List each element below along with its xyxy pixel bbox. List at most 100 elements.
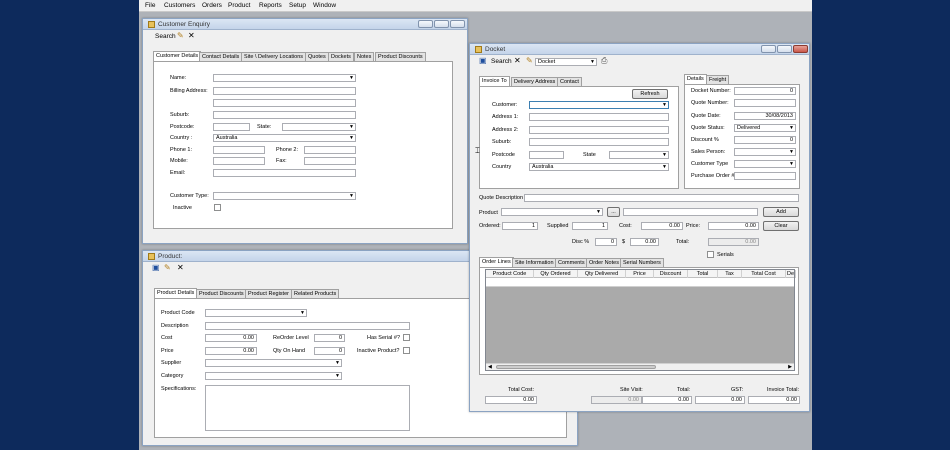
- tab-freight[interactable]: Freight: [706, 75, 730, 84]
- name-combo[interactable]: ▼: [213, 74, 356, 82]
- menu-reports[interactable]: Reports: [259, 2, 282, 9]
- serials-checkbox[interactable]: [707, 251, 714, 258]
- menu-orders[interactable]: Orders: [202, 2, 222, 9]
- refresh-button[interactable]: Refresh: [632, 89, 668, 99]
- product-code-combo[interactable]: ▼: [205, 309, 307, 317]
- col-discount[interactable]: Discount: [654, 270, 688, 278]
- quote-description-field[interactable]: [524, 194, 799, 202]
- edit-pencil-icon[interactable]: ✎: [177, 31, 184, 40]
- save-icon[interactable]: ▣: [152, 263, 160, 272]
- supplier-combo[interactable]: ▼: [205, 359, 342, 367]
- state-combo[interactable]: ▼: [609, 151, 669, 159]
- tab-related-products[interactable]: Related Products: [291, 289, 340, 298]
- search-button[interactable]: Search: [491, 58, 512, 65]
- col-qty-delivered[interactable]: Qty Delivered: [578, 270, 626, 278]
- col-total-cost[interactable]: Total Cost: [742, 270, 786, 278]
- tab-order-lines[interactable]: Order Lines: [479, 257, 514, 267]
- menu-setup[interactable]: Setup: [289, 2, 306, 9]
- minimize-button[interactable]: [418, 20, 433, 28]
- restore-button[interactable]: [450, 20, 465, 28]
- tab-customer-details[interactable]: Customer Details: [153, 51, 202, 61]
- scrollbar-thumb[interactable]: [496, 365, 656, 369]
- document-type-combo[interactable]: Docket ▼: [535, 58, 597, 66]
- phone1-field[interactable]: [213, 146, 265, 154]
- postcode-field[interactable]: [529, 151, 564, 159]
- tab-dockets[interactable]: Dockets: [328, 52, 354, 61]
- supplied-field[interactable]: 1: [572, 222, 608, 230]
- tab-site-information[interactable]: Site Information: [512, 258, 557, 267]
- specifications-field[interactable]: [205, 385, 410, 431]
- address2-field[interactable]: [529, 126, 669, 134]
- country-combo[interactable]: Australia ▼: [213, 134, 356, 142]
- suburb-field[interactable]: [213, 111, 356, 119]
- col-total[interactable]: Total: [688, 270, 718, 278]
- phone2-field[interactable]: [304, 146, 356, 154]
- quote-number-field[interactable]: [734, 99, 796, 107]
- browse-product-button[interactable]: ...: [607, 207, 620, 217]
- country-combo[interactable]: Australia ▼: [529, 163, 669, 171]
- clear-button[interactable]: Clear: [763, 221, 799, 231]
- save-icon[interactable]: ▣: [479, 56, 487, 65]
- category-combo[interactable]: ▼: [205, 372, 342, 380]
- email-field[interactable]: [213, 169, 356, 177]
- col-tax[interactable]: Tax: [718, 270, 742, 278]
- billing-address-1-field[interactable]: [213, 87, 356, 95]
- sales-person-combo[interactable]: ▼: [734, 148, 796, 156]
- menu-file[interactable]: File: [145, 2, 155, 9]
- menu-window[interactable]: Window: [313, 2, 336, 9]
- tab-quotes[interactable]: Quotes: [305, 52, 329, 61]
- tab-serial-numbers[interactable]: Serial Numbers: [620, 258, 664, 267]
- horizontal-scrollbar[interactable]: ◀ ▶: [486, 363, 794, 370]
- tab-delivery-address[interactable]: Delivery Address: [511, 77, 559, 86]
- disc-percent-field[interactable]: 0: [595, 238, 617, 246]
- customer-type-combo[interactable]: ▼: [734, 160, 796, 168]
- tab-details[interactable]: Details: [684, 74, 707, 84]
- tab-invoice-to[interactable]: Invoice To: [479, 76, 510, 86]
- disc-amount-field[interactable]: 0.00: [630, 238, 659, 246]
- order-lines-grid[interactable]: Product Code Qty Ordered Qty Delivered P…: [485, 269, 796, 371]
- ordered-field[interactable]: 1: [502, 222, 538, 230]
- tab-notes[interactable]: Notes: [354, 52, 375, 61]
- tab-product-details[interactable]: Product Details: [154, 288, 198, 298]
- edit-pencil-icon[interactable]: ✎: [526, 56, 533, 65]
- tab-contact-details[interactable]: Contact Details: [199, 52, 243, 61]
- purchase-order-field[interactable]: [734, 172, 796, 180]
- close-button[interactable]: [793, 45, 808, 53]
- edit-pencil-icon[interactable]: ✎: [164, 263, 171, 272]
- scroll-left-icon[interactable]: ◀: [488, 364, 492, 370]
- maximize-button[interactable]: [777, 45, 792, 53]
- close-x-icon[interactable]: ✕: [514, 56, 521, 65]
- inactive-product-checkbox[interactable]: [403, 347, 410, 354]
- quote-date-field[interactable]: 30/08/2013: [734, 112, 796, 120]
- product-description-field[interactable]: [623, 208, 758, 216]
- tab-comments[interactable]: Comments: [555, 258, 588, 267]
- suburb-field[interactable]: [529, 138, 669, 146]
- tab-product-register[interactable]: Product Register: [245, 289, 292, 298]
- inactive-checkbox[interactable]: [214, 204, 221, 211]
- customer-combo[interactable]: ▼: [529, 101, 669, 109]
- description-field[interactable]: [205, 322, 410, 330]
- scroll-right-icon[interactable]: ▶: [788, 364, 792, 370]
- col-description[interactable]: De: [786, 270, 796, 278]
- cost-field[interactable]: 0.00: [641, 222, 683, 230]
- close-x-icon[interactable]: ✕: [188, 31, 195, 40]
- postcode-field[interactable]: [213, 123, 250, 131]
- col-price[interactable]: Price: [626, 270, 654, 278]
- tab-product-discounts[interactable]: Product Discounts: [196, 289, 247, 298]
- cost-field[interactable]: 0.00: [205, 334, 257, 342]
- table-row[interactable]: [486, 278, 794, 287]
- fax-field[interactable]: [304, 157, 356, 165]
- product-combo[interactable]: ▼: [501, 208, 603, 216]
- reorder-level-field[interactable]: 0: [314, 334, 345, 342]
- print-icon[interactable]: ⎙: [601, 56, 607, 65]
- address1-field[interactable]: [529, 113, 669, 121]
- tab-order-notes[interactable]: Order Notes: [586, 258, 622, 267]
- has-serial-checkbox[interactable]: [403, 334, 410, 341]
- tab-product-discounts[interactable]: Product Discounts: [375, 52, 426, 61]
- add-button[interactable]: Add: [763, 207, 799, 217]
- customer-type-combo[interactable]: ▼: [213, 192, 356, 200]
- billing-address-2-field[interactable]: [213, 99, 356, 107]
- maximize-button[interactable]: [434, 20, 449, 28]
- state-combo[interactable]: ▼: [282, 123, 356, 131]
- menu-product[interactable]: Product: [228, 2, 250, 9]
